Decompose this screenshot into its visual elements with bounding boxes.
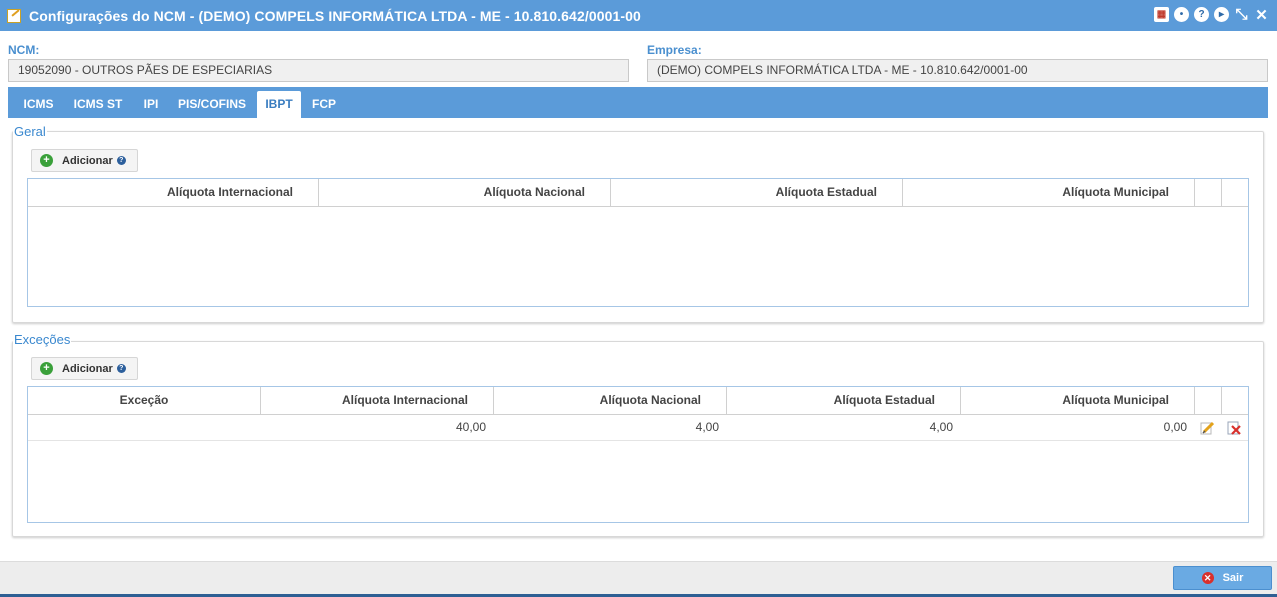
cell-aliquota-internacional: 40,00 [455, 420, 486, 434]
tab-icms-st[interactable]: ICMS ST [67, 91, 129, 118]
excecoes-grid-header: Exceção Alíquota Internacional Alíquota … [28, 387, 1248, 415]
footer-bar [0, 561, 1277, 597]
ncm-field[interactable]: 19052090 - OUTROS PÃES DE ESPECIARIAS [8, 59, 629, 82]
calendar-icon[interactable]: ▦ [1154, 7, 1169, 22]
cell-aliquota-estadual: 4,00 [929, 420, 953, 434]
edit-note-icon [7, 8, 21, 23]
tab-ibpt[interactable]: IBPT [257, 91, 301, 118]
col-excecao[interactable]: Exceção [28, 387, 261, 414]
excecoes-legend: Exceções [13, 332, 72, 347]
tab-icms[interactable]: ICMS [14, 91, 63, 118]
geral-legend: Geral [13, 124, 47, 139]
empresa-field[interactable]: (DEMO) COMPELS INFORMÁTICA LTDA - ME - 1… [647, 59, 1268, 82]
col-aliquota-municipal[interactable]: Alíquota Municipal [961, 387, 1195, 414]
play-icon[interactable]: ▸ [1214, 7, 1229, 22]
geral-grid-header: Alíquota Internacional Alíquota Nacional… [28, 179, 1248, 207]
chat-icon[interactable]: • [1174, 7, 1189, 22]
edit-icon[interactable] [1200, 421, 1214, 435]
col-edit [1195, 387, 1222, 414]
tab-bar: ICMS ICMS ST IPI PIS/COFINS IBPT FCP [8, 87, 1268, 118]
excecoes-add-label: Adicionar [62, 362, 113, 375]
delete-icon[interactable] [1227, 421, 1241, 435]
excecoes-grid: Exceção Alíquota Internacional Alíquota … [27, 386, 1249, 523]
col-aliquota-nacional[interactable]: Alíquota Nacional [319, 179, 611, 206]
empresa-label: Empresa: [647, 43, 702, 57]
tab-pis-cofins[interactable]: PIS/COFINS [172, 91, 252, 118]
col-aliquota-internacional[interactable]: Alíquota Internacional [28, 179, 319, 206]
tab-fcp[interactable]: FCP [305, 91, 343, 118]
cell-excecao [28, 415, 261, 440]
window-title: Configurações do NCM - (DEMO) COMPELS IN… [29, 7, 641, 24]
add-icon: + [40, 362, 53, 375]
col-aliquota-nacional[interactable]: Alíquota Nacional [494, 387, 727, 414]
sair-label: Sair [1222, 572, 1244, 584]
help-icon[interactable]: ? [116, 156, 126, 165]
tab-ipi[interactable]: IPI [135, 91, 167, 118]
col-delete [1222, 179, 1248, 206]
geral-add-button[interactable]: + Adicionar ? [31, 149, 138, 172]
close-icon[interactable]: ✕ [1254, 7, 1269, 24]
help-icon[interactable]: ? [116, 364, 126, 373]
window-titlebar: Configurações do NCM - (DEMO) COMPELS IN… [0, 0, 1277, 31]
col-aliquota-estadual[interactable]: Alíquota Estadual [727, 387, 961, 414]
sair-button[interactable]: ✕ Sair [1173, 566, 1272, 590]
cell-aliquota-nacional: 4,00 [695, 420, 719, 434]
col-aliquota-internacional[interactable]: Alíquota Internacional [261, 387, 494, 414]
geral-grid: Alíquota Internacional Alíquota Nacional… [27, 178, 1249, 307]
close-circle-icon: ✕ [1201, 572, 1214, 584]
col-aliquota-municipal[interactable]: Alíquota Municipal [903, 179, 1195, 206]
add-icon: + [40, 154, 53, 167]
table-row[interactable]: 40,00 4,00 4,00 0,00 [28, 415, 1248, 441]
excecoes-add-button[interactable]: + Adicionar ? [31, 357, 138, 380]
titlebar-controls: ▦ • ? ▸ ⤡ ✕ [1154, 6, 1269, 24]
col-aliquota-estadual[interactable]: Alíquota Estadual [611, 179, 903, 206]
ncm-label: NCM: [8, 43, 40, 57]
col-edit [1195, 179, 1222, 206]
collapse-icon[interactable]: ⤡ [1234, 6, 1249, 23]
col-delete [1222, 387, 1248, 414]
help-icon[interactable]: ? [1194, 7, 1209, 22]
geral-add-label: Adicionar [62, 154, 113, 167]
cell-aliquota-municipal: 0,00 [1163, 420, 1187, 434]
